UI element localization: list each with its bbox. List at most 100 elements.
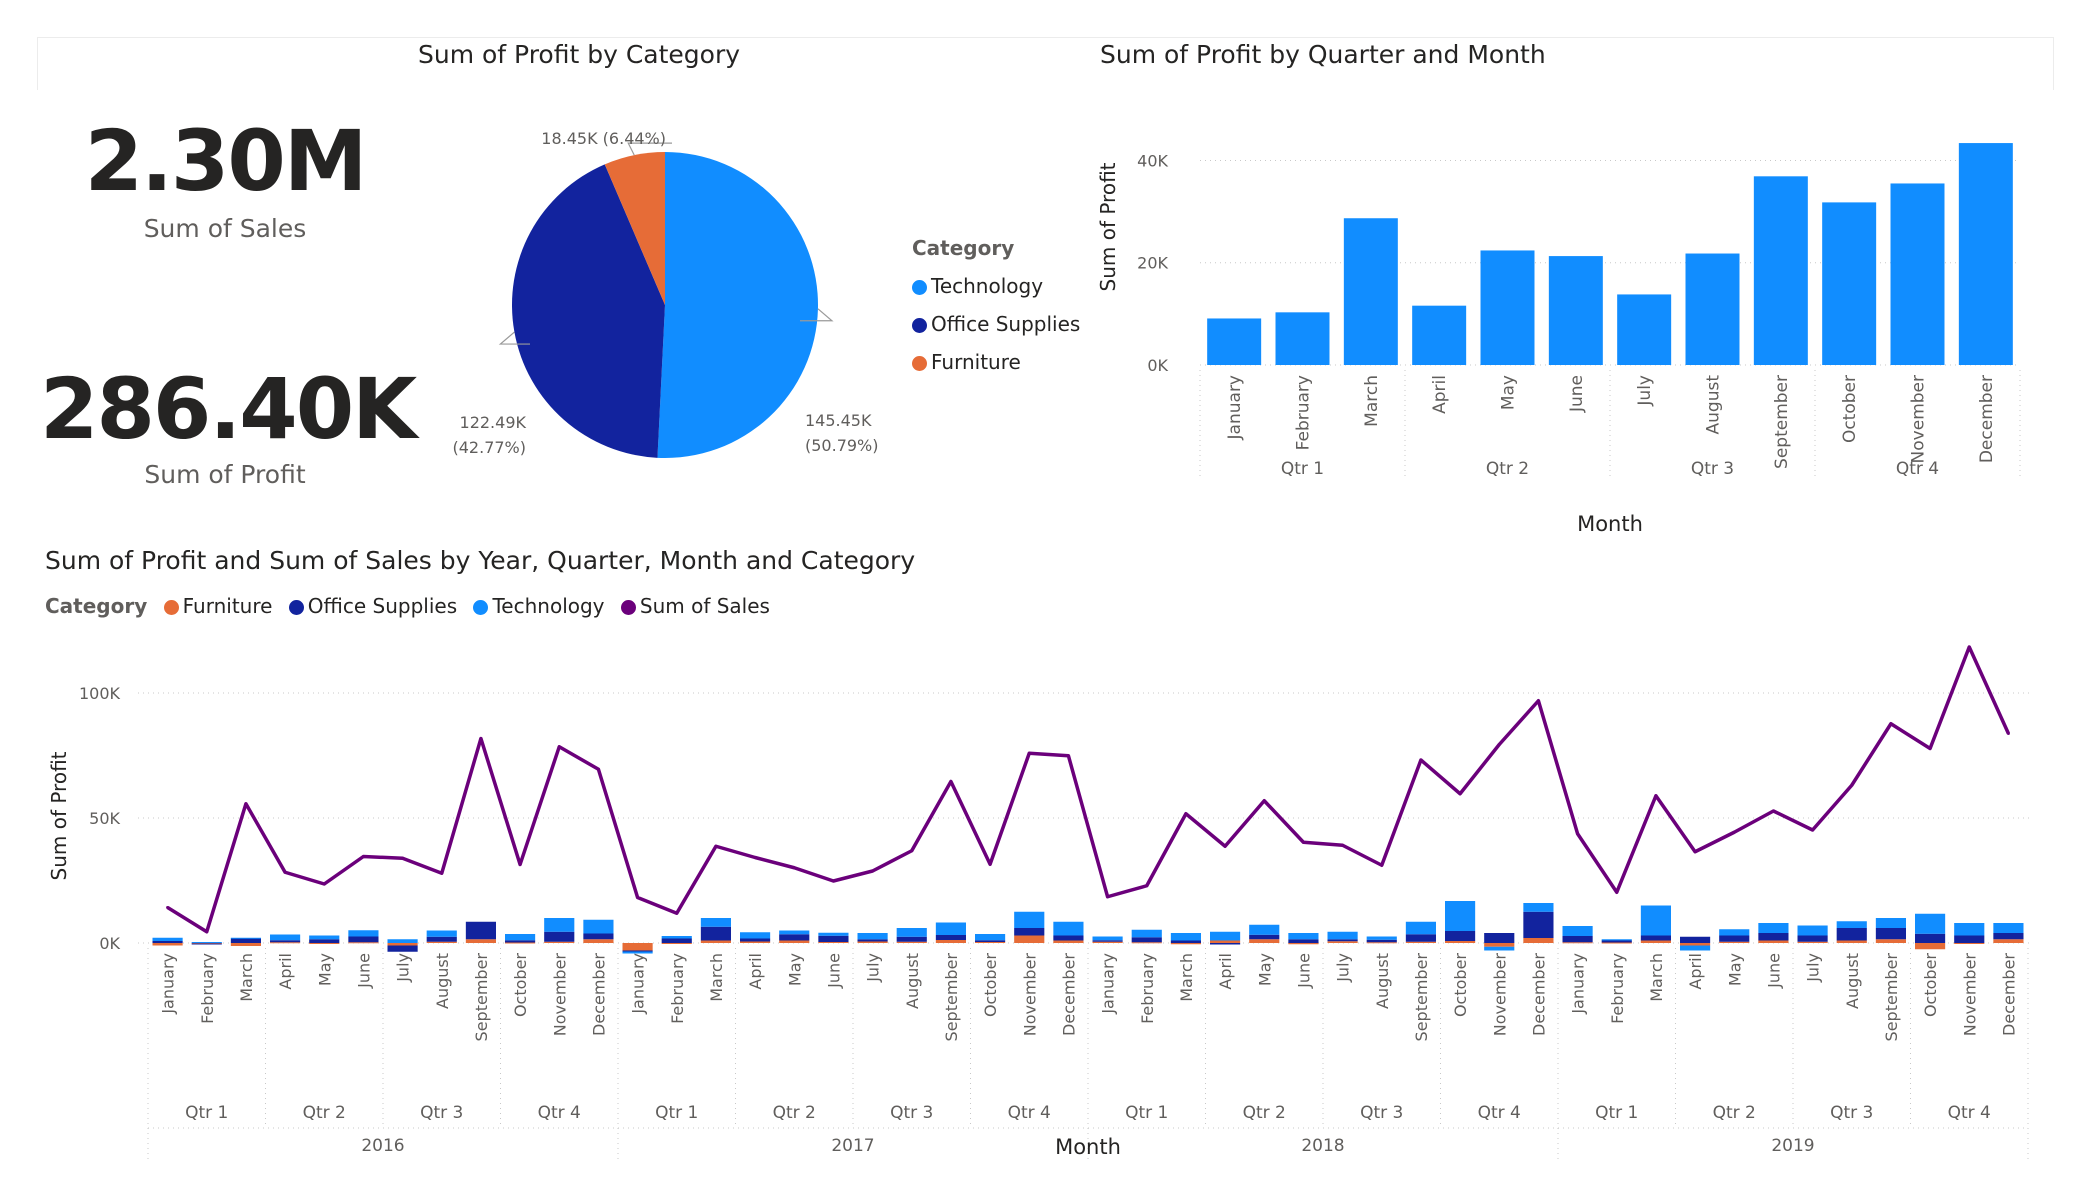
sales-point[interactable] [910, 849, 914, 853]
combo-bar-technology[interactable] [1014, 911, 1045, 928]
combo-bar-office-supplies[interactable] [1405, 934, 1436, 942]
combo-bar-technology[interactable] [1875, 918, 1906, 928]
combo-bar-furniture[interactable] [1562, 942, 1593, 944]
combo-bar-office-supplies[interactable] [1170, 940, 1201, 944]
combo-bar-technology[interactable] [935, 922, 966, 936]
combo-bar-technology[interactable] [309, 935, 340, 940]
sales-point[interactable] [1615, 890, 1619, 894]
sales-point[interactable] [753, 856, 757, 859]
sales-point[interactable] [244, 802, 248, 806]
bar-august[interactable] [1685, 253, 1740, 365]
sales-point[interactable] [871, 869, 875, 873]
bar-may[interactable] [1480, 250, 1535, 365]
combo-bar-office-supplies[interactable] [1797, 935, 1828, 942]
sales-point[interactable] [1145, 884, 1149, 888]
sales-point[interactable] [361, 855, 365, 858]
combo-bar-furniture[interactable] [1170, 943, 1201, 945]
sales-point[interactable] [988, 862, 992, 866]
combo-bar-technology[interactable] [740, 932, 771, 939]
pie-legend-technology[interactable]: Technology [912, 274, 1080, 298]
combo-bar-office-supplies[interactable] [348, 936, 379, 943]
sales-point[interactable] [1850, 783, 1854, 787]
sales-point[interactable] [440, 871, 444, 875]
combo-bar-office-supplies[interactable] [1131, 937, 1162, 943]
combo-bar-office-supplies[interactable] [1719, 935, 1750, 942]
combo-bar-furniture[interactable] [1915, 943, 1946, 950]
combo-bar-technology[interactable] [1053, 921, 1084, 936]
combo-bar-technology[interactable] [348, 930, 379, 937]
combo-bar-office-supplies[interactable] [1327, 939, 1358, 942]
sales-point[interactable] [596, 767, 600, 771]
sales-point[interactable] [322, 882, 326, 886]
bar-october[interactable] [1822, 202, 1877, 365]
sales-point[interactable] [1223, 844, 1227, 848]
combo-bar-technology[interactable] [1680, 945, 1711, 951]
combo-bar-technology[interactable] [1523, 903, 1554, 912]
combo-bar-technology[interactable] [700, 918, 731, 927]
combo-bar-technology[interactable] [1484, 946, 1515, 951]
sales-point[interactable] [166, 906, 170, 909]
combo-bar-furniture[interactable] [1836, 940, 1867, 944]
combo-bar-technology[interactable] [1327, 931, 1358, 940]
combo-bar-technology[interactable] [1640, 905, 1671, 936]
combo-bar-office-supplies[interactable] [857, 939, 888, 942]
sales-point[interactable] [205, 930, 209, 934]
sales-point[interactable] [479, 737, 483, 740]
combo-bar-furniture[interactable] [152, 943, 183, 946]
combo-bar-furniture[interactable] [700, 940, 731, 944]
combo-bar-furniture[interactable] [1366, 942, 1397, 944]
combo-bar-furniture[interactable] [1445, 941, 1476, 943]
combo-bar-office-supplies[interactable] [1523, 911, 1554, 938]
combo-legend-technology[interactable]: Technology [473, 594, 605, 618]
combo-bar-office-supplies[interactable] [1640, 935, 1671, 941]
combo-bar-technology[interactable] [1836, 921, 1867, 928]
combo-bar-office-supplies[interactable] [1601, 940, 1632, 943]
combo-bar-technology[interactable] [230, 937, 261, 939]
combo-bar-furniture[interactable] [935, 940, 966, 943]
sales-line[interactable] [166, 645, 2011, 934]
combo-bar-technology[interactable] [1210, 931, 1241, 941]
combo-bar-technology[interactable] [1170, 933, 1201, 941]
sales-point[interactable] [1341, 843, 1345, 847]
sales-point[interactable] [1654, 794, 1658, 798]
sales-point[interactable] [1576, 832, 1580, 836]
sales-point[interactable] [1027, 751, 1031, 755]
sales-point[interactable] [675, 911, 679, 915]
combo-bar-furniture[interactable] [857, 941, 888, 944]
combo-bar-office-supplies[interactable] [779, 934, 810, 941]
combo-bar-office-supplies[interactable] [544, 931, 575, 942]
combo-bar-furniture[interactable] [1405, 941, 1436, 943]
combo-bar-office-supplies[interactable] [1014, 928, 1045, 936]
bar-april[interactable] [1412, 305, 1467, 365]
combo-bar-technology[interactable] [1719, 929, 1750, 936]
combo-bar-technology[interactable] [1601, 939, 1632, 941]
combo-bar-technology[interactable] [1249, 924, 1280, 935]
combo-bar-furniture[interactable] [1875, 939, 1906, 943]
bar-november[interactable] [1890, 183, 1945, 365]
sales-point[interactable] [1301, 840, 1305, 844]
combo-bar-office-supplies[interactable] [230, 938, 261, 944]
combo-bar-furniture[interactable] [426, 941, 457, 943]
combo-bar-office-supplies[interactable] [622, 950, 653, 952]
combo-bar-furniture[interactable] [661, 943, 692, 944]
combo-bar-technology[interactable] [1288, 933, 1319, 940]
combo-bar-furniture[interactable] [740, 941, 771, 944]
combo-legend-furniture[interactable]: Furniture [163, 594, 272, 618]
sales-point[interactable] [2006, 732, 2010, 735]
pie-slice-technology[interactable] [657, 152, 818, 458]
combo-bar-office-supplies[interactable] [426, 936, 457, 942]
combo-bar-office-supplies[interactable] [1288, 939, 1319, 943]
combo-bar-office-supplies[interactable] [583, 933, 614, 940]
combo-bar-technology[interactable] [779, 930, 810, 935]
combo-bar-technology[interactable] [896, 928, 927, 937]
combo-bar-office-supplies[interactable] [465, 921, 496, 940]
combo-bar-office-supplies[interactable] [1210, 943, 1241, 945]
combo-bar-technology[interactable] [152, 937, 183, 941]
combo-bar-technology[interactable] [1993, 923, 2024, 933]
combo-bar-office-supplies[interactable] [1758, 933, 1789, 941]
combo-bar-office-supplies[interactable] [505, 940, 536, 943]
combo-bar-technology[interactable] [1092, 936, 1123, 941]
combo-bar-technology[interactable] [387, 939, 418, 943]
combo-bar-furniture[interactable] [1719, 941, 1750, 943]
combo-bar-office-supplies[interactable] [1484, 933, 1515, 943]
